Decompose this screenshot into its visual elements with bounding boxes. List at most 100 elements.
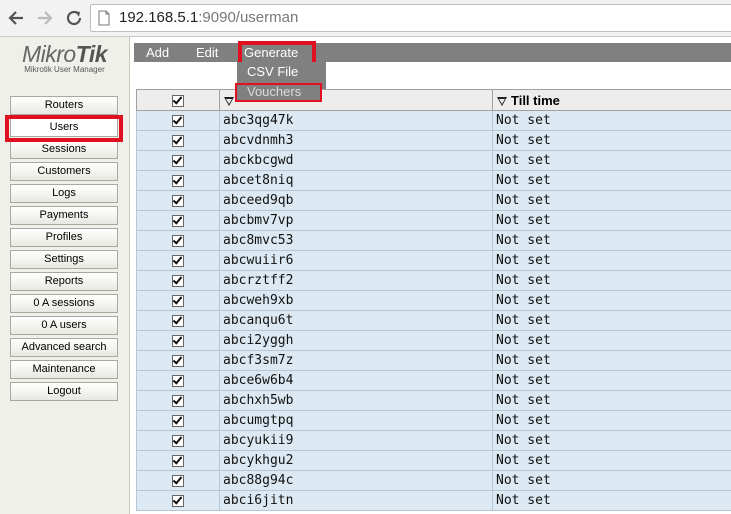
sidebar-item-reports[interactable]: Reports — [10, 272, 118, 291]
forward-arrow-icon[interactable] — [34, 7, 56, 29]
row-checkbox-cell — [136, 210, 220, 231]
add-menu[interactable]: Add — [146, 43, 169, 62]
table-row[interactable]: abckbcgwd Not set — [136, 150, 731, 171]
row-checkbox[interactable] — [172, 294, 184, 307]
row-checkbox[interactable] — [172, 314, 184, 327]
sidebar-item-sessions[interactable]: Sessions — [10, 140, 118, 159]
row-checkbox[interactable] — [172, 154, 184, 167]
edit-menu[interactable]: Edit — [196, 43, 218, 62]
sidebar-item-settings[interactable]: Settings — [10, 250, 118, 269]
username-cell[interactable]: abc88g94c — [219, 470, 493, 491]
till-time-cell: Not set — [492, 290, 731, 311]
sidebar-item-payments[interactable]: Payments — [10, 206, 118, 225]
column-header-till-time[interactable]: Till time — [492, 89, 731, 111]
row-checkbox[interactable] — [172, 274, 184, 287]
row-checkbox[interactable] — [172, 394, 184, 407]
sidebar-item-maintenance[interactable]: Maintenance — [10, 360, 118, 379]
table-row[interactable]: abci2yggh Not set — [136, 330, 731, 351]
table-row[interactable]: abcvdnmh3 Not set — [136, 130, 731, 151]
row-checkbox[interactable] — [172, 334, 184, 347]
row-checkbox[interactable] — [172, 414, 184, 427]
row-checkbox[interactable] — [172, 454, 184, 467]
row-checkbox[interactable] — [172, 134, 184, 147]
row-checkbox[interactable] — [172, 194, 184, 207]
generate-menu[interactable]: Generate — [244, 43, 298, 62]
table-row[interactable]: abcwuiir6 Not set — [136, 250, 731, 271]
vouchers-option-label-overlay[interactable]: Vouchers — [247, 84, 301, 99]
username-cell[interactable]: abcykhgu2 — [219, 450, 493, 471]
sidebar-item-active-users[interactable]: 0 A users — [10, 316, 118, 335]
table-row[interactable]: abcanqu6t Not set — [136, 310, 731, 331]
username-cell[interactable]: abcweh9xb — [219, 290, 493, 311]
table-row[interactable]: abcyukii9 Not set — [136, 430, 731, 451]
username-cell[interactable]: abcrztff2 — [219, 270, 493, 291]
sidebar-item-active-sessions[interactable]: 0 A sessions — [10, 294, 118, 313]
row-checkbox[interactable] — [172, 474, 184, 487]
username-cell[interactable]: abce6w6b4 — [219, 370, 493, 391]
row-checkbox-cell — [136, 350, 220, 371]
username-cell[interactable]: abchxh5wb — [219, 390, 493, 411]
select-all-checkbox[interactable] — [172, 95, 184, 108]
username-cell[interactable]: abcet8niq — [219, 170, 493, 191]
row-checkbox[interactable] — [172, 234, 184, 247]
table-row[interactable]: abcet8niq Not set — [136, 170, 731, 191]
logo-brand-bold: Tik — [75, 41, 108, 67]
table-row[interactable]: abce6w6b4 Not set — [136, 370, 731, 391]
row-checkbox[interactable] — [172, 434, 184, 447]
username-cell[interactable]: abcvdnmh3 — [219, 130, 493, 151]
username-cell[interactable]: abcf3sm7z — [219, 350, 493, 371]
table-row[interactable]: abc88g94c Not set — [136, 470, 731, 491]
username-cell[interactable]: abci2yggh — [219, 330, 493, 351]
row-checkbox[interactable] — [172, 374, 184, 387]
row-checkbox[interactable] — [172, 354, 184, 367]
table-row[interactable]: abcykhgu2 Not set — [136, 450, 731, 471]
till-time-cell: Not set — [492, 130, 731, 151]
sidebar-item-users[interactable]: Users — [10, 118, 118, 137]
table-header-row: Till time — [136, 89, 731, 111]
row-checkbox-cell — [136, 310, 220, 331]
sidebar-item-logout[interactable]: Logout — [10, 382, 118, 401]
table-row[interactable]: abceed9qb Not set — [136, 190, 731, 211]
reload-icon[interactable] — [63, 7, 85, 29]
table-row[interactable]: abcumgtpq Not set — [136, 410, 731, 431]
table-row[interactable]: abcweh9xb Not set — [136, 290, 731, 311]
username-cell[interactable]: abcbmv7vp — [219, 210, 493, 231]
csv-file-option[interactable]: CSV File — [237, 64, 326, 79]
username-cell[interactable]: abcwuiir6 — [219, 250, 493, 271]
username-cell[interactable]: abcyukii9 — [219, 430, 493, 451]
sidebar-item-profiles[interactable]: Profiles — [10, 228, 118, 247]
select-all-header[interactable] — [136, 89, 220, 111]
back-arrow-icon[interactable] — [5, 7, 27, 29]
table-row[interactable]: abcf3sm7z Not set — [136, 350, 731, 371]
table-row[interactable]: abc8mvc53 Not set — [136, 230, 731, 251]
sidebar-item-customers[interactable]: Customers — [10, 162, 118, 181]
logo-subtitle: Mikrotik User Manager — [24, 65, 105, 74]
till-time-cell: Not set — [492, 450, 731, 471]
table-row[interactable]: abcrztff2 Not set — [136, 270, 731, 291]
table-row[interactable]: abcbmv7vp Not set — [136, 210, 731, 231]
table-row[interactable]: abci6jitn Not set — [136, 490, 731, 511]
row-checkbox[interactable] — [172, 174, 184, 187]
username-cell[interactable]: abci6jitn — [219, 490, 493, 511]
table-row[interactable]: abc3qg47k Not set — [136, 110, 731, 131]
row-checkbox[interactable] — [172, 114, 184, 127]
row-checkbox[interactable] — [172, 214, 184, 227]
username-cell[interactable]: abcumgtpq — [219, 410, 493, 431]
sort-triangle-icon — [497, 96, 507, 106]
till-time-cell: Not set — [492, 310, 731, 331]
username-cell[interactable]: abc3qg47k — [219, 110, 493, 131]
username-cell[interactable]: abckbcgwd — [219, 150, 493, 171]
address-bar[interactable]: 192.168.5.1:9090/userman — [90, 4, 731, 32]
row-checkbox-cell — [136, 190, 220, 211]
table-row[interactable]: abchxh5wb Not set — [136, 390, 731, 411]
mikrotik-logo: MikroTik Mikrotik User Manager — [0, 41, 129, 74]
row-checkbox-cell — [136, 270, 220, 291]
sidebar-item-routers[interactable]: Routers — [10, 96, 118, 115]
username-cell[interactable]: abcanqu6t — [219, 310, 493, 331]
sidebar-item-logs[interactable]: Logs — [10, 184, 118, 203]
username-cell[interactable]: abc8mvc53 — [219, 230, 493, 251]
row-checkbox[interactable] — [172, 494, 184, 507]
sidebar-item-advanced-search[interactable]: Advanced search — [10, 338, 118, 357]
row-checkbox[interactable] — [172, 254, 184, 267]
username-cell[interactable]: abceed9qb — [219, 190, 493, 211]
